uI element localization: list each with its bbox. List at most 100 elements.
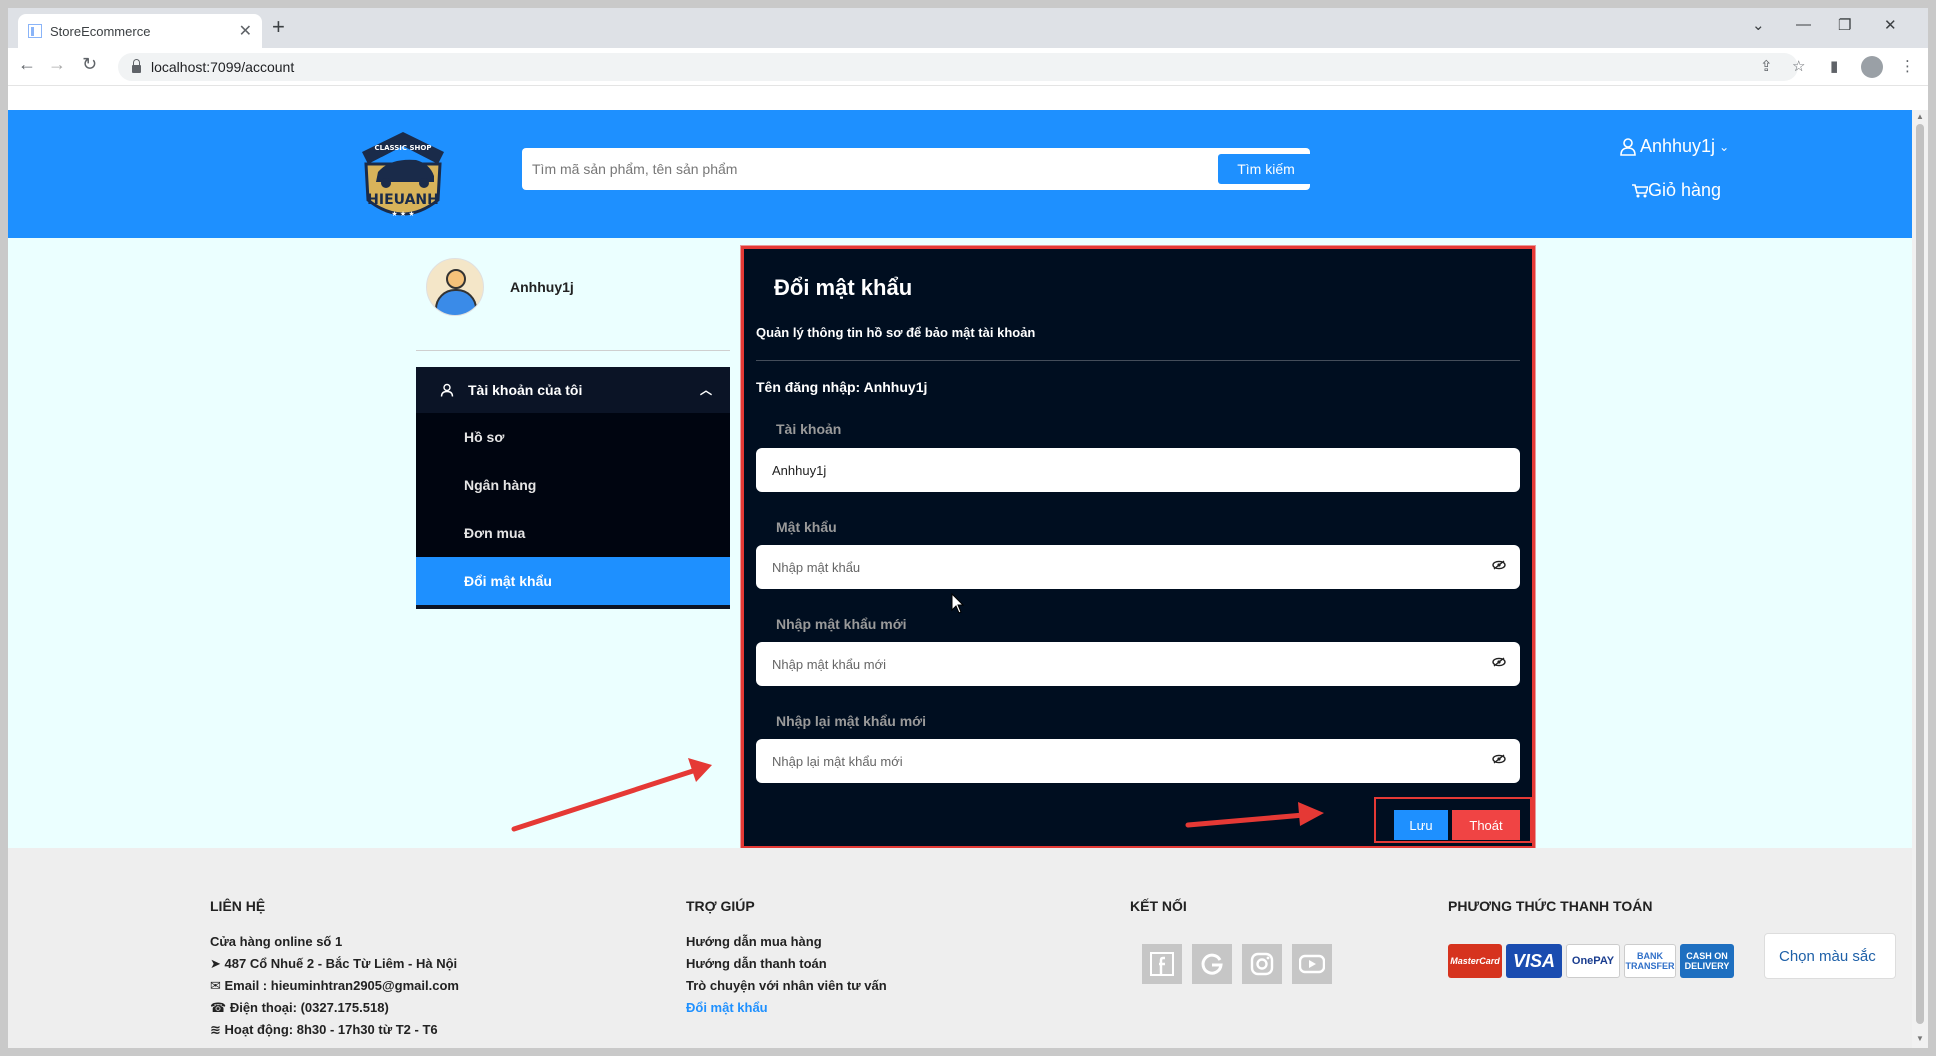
sidebar-section-label: Tài khoản của tôi (468, 382, 583, 398)
new-password-input[interactable] (772, 642, 1472, 686)
tab-close-icon[interactable]: ✕ (239, 21, 252, 41)
eye-slash-icon[interactable] (1492, 560, 1506, 570)
menu-dots-icon[interactable]: ⋮ (1900, 57, 1915, 75)
search-button[interactable]: Tìm kiếm (1218, 154, 1314, 184)
account-label: Tài khoản (776, 421, 842, 437)
sidebar-divider (416, 350, 730, 351)
cart-label: Giỏ hàng (1648, 180, 1722, 200)
url-field[interactable]: localhost:7099/account (118, 53, 1798, 81)
youtube-icon[interactable] (1292, 944, 1332, 984)
avatar (426, 258, 484, 316)
save-button[interactable]: Lưu (1394, 810, 1448, 840)
chevron-down-icon: ⌄ (1719, 139, 1730, 154)
scroll-up-icon[interactable]: ▲ (1916, 112, 1924, 121)
tab-bar: StoreEcommerce ✕ + ⌄ — ❐ ✕ (8, 8, 1928, 48)
cart-icon (1632, 183, 1648, 197)
scroll-down-icon[interactable]: ▼ (1916, 1034, 1924, 1043)
share-icon[interactable]: ⇪ (1760, 57, 1773, 75)
onepay-badge: OnePAY (1566, 944, 1620, 978)
footer-store-name: Cửa hàng online số 1 (210, 934, 343, 949)
page-title: Đổi mật khẩu (774, 275, 913, 300)
eye-slash-icon[interactable] (1492, 754, 1506, 764)
password-input[interactable] (772, 545, 1472, 589)
confirm-password-field (756, 739, 1520, 783)
side-panel-icon[interactable]: ▮ (1830, 57, 1838, 75)
tab-search-icon[interactable]: ⌄ (1752, 16, 1765, 34)
visa-badge: VISA (1506, 944, 1562, 978)
mastercard-badge: MasterCard (1448, 944, 1502, 978)
google-icon[interactable] (1192, 944, 1232, 984)
eye-slash-icon[interactable] (1492, 657, 1506, 667)
phone-icon: ☎ (210, 1000, 230, 1015)
exit-button[interactable]: Thoát (1452, 810, 1520, 840)
footer-phone: ☎ Điện thoại: (0327.175.518) (210, 1000, 389, 1015)
bookmark-star-icon[interactable]: ☆ (1792, 57, 1805, 75)
cart-link[interactable]: Giỏ hàng (1632, 180, 1721, 201)
new-tab-icon[interactable]: + (272, 14, 285, 40)
user-outline-icon (440, 383, 454, 397)
restore-icon[interactable]: ❐ (1838, 16, 1851, 34)
footer-help-heading: TRỢ GIÚP (686, 898, 755, 914)
url-text: localhost:7099/account (151, 59, 295, 75)
back-icon[interactable]: ← (18, 54, 36, 75)
location-arrow-icon: ➤ (210, 956, 225, 971)
form-actions: Lưu Thoát (1374, 797, 1532, 843)
scrollbar-thumb[interactable] (1916, 124, 1924, 1024)
reload-icon[interactable]: ↻ (82, 54, 97, 75)
password-label: Mật khẩu (776, 519, 837, 535)
window-close-icon[interactable]: ✕ (1884, 16, 1897, 34)
search-input[interactable] (528, 152, 1188, 186)
new-password-field (756, 642, 1520, 686)
choose-color-button[interactable]: Chọn màu sắc (1764, 933, 1896, 979)
help-link-change-password[interactable]: Đổi mật khẩu (686, 1000, 768, 1015)
username-label: Anhhuy1j (1640, 136, 1716, 156)
annotation-arrow-left (511, 767, 699, 832)
profile-name: Anhhuy1j (510, 279, 574, 295)
footer-address: ➤ 487 Cổ Nhuế 2 - Bắc Từ Liêm - Hà Nội (210, 956, 458, 971)
site-header: CLASSIC SHOP HIEUANH ★ ★ ★ Tìm kiếm Anhh… (8, 110, 1912, 238)
bank-transfer-badge: BANK TRANSFER (1624, 944, 1676, 978)
rss-icon: ≋ (210, 1022, 225, 1037)
password-field (756, 545, 1520, 589)
footer-payment-heading: PHƯƠNG THỨC THANH TOÁN (1448, 898, 1653, 914)
browser-window: StoreEcommerce ✕ + ⌄ — ❐ ✕ ← → ↻ localho… (8, 8, 1928, 1048)
tab-title: StoreEcommerce (50, 23, 151, 39)
svg-text:★ ★ ★: ★ ★ ★ (391, 210, 414, 218)
logo-top-text: CLASSIC SHOP (375, 144, 432, 152)
profile-summary: Anhhuy1j (426, 258, 574, 316)
user-icon (1620, 137, 1636, 156)
footer-connect-heading: KẾT NỐI (1130, 898, 1187, 914)
login-name-label: Tên đăng nhập: Anhhuy1j (756, 379, 928, 395)
confirm-password-input[interactable] (772, 739, 1472, 783)
minimize-icon[interactable]: — (1796, 16, 1811, 33)
sidebar-section-account[interactable]: Tài khoản của tôi ︿ (416, 367, 730, 413)
forward-icon[interactable]: → (48, 54, 66, 75)
user-menu[interactable]: Anhhuy1j ⌄ (1620, 136, 1729, 157)
account-input[interactable] (772, 448, 1472, 492)
help-link-buying[interactable]: Hướng dẫn mua hàng (686, 934, 822, 949)
page-scrollbar[interactable]: ▲ ▼ (1912, 110, 1928, 1048)
instagram-icon[interactable] (1242, 944, 1282, 984)
profile-avatar-icon[interactable] (1861, 56, 1883, 78)
cash-on-delivery-badge: CASH ON DELIVERY (1680, 944, 1734, 978)
account-field (756, 448, 1520, 492)
footer-contact-heading: LIÊN HỆ (210, 898, 266, 914)
shop-logo[interactable]: CLASSIC SHOP HIEUANH ★ ★ ★ (348, 124, 458, 228)
browser-tab[interactable]: StoreEcommerce ✕ (18, 14, 262, 48)
favicon-icon (28, 24, 42, 38)
sidebar-item-bank[interactable]: Ngân hàng (416, 461, 730, 509)
confirm-password-label: Nhập lại mật khẩu mới (776, 713, 926, 729)
facebook-icon[interactable] (1142, 944, 1182, 984)
sidebar-item-orders[interactable]: Đơn mua (416, 509, 730, 557)
chevron-up-icon: ︿ (699, 383, 712, 397)
sidebar-item-profile[interactable]: Hồ sơ (416, 413, 730, 461)
panel-divider (756, 360, 1520, 361)
sidebar-item-change-password[interactable]: Đổi mật khẩu (416, 557, 730, 605)
help-link-payment[interactable]: Hướng dẫn thanh toán (686, 956, 827, 971)
new-password-label: Nhập mật khẩu mới (776, 616, 907, 632)
footer-hours: ≋ Hoạt động: 8h30 - 17h30 từ T2 - T6 (210, 1022, 438, 1037)
help-link-chat[interactable]: Trò chuyện với nhân viên tư vấn (686, 978, 887, 993)
envelope-icon: ✉ (210, 978, 225, 993)
address-bar: ← → ↻ localhost:7099/account ⇪ ☆ ▮ ⋮ (8, 48, 1928, 86)
page-viewport: CLASSIC SHOP HIEUANH ★ ★ ★ Tìm kiếm Anhh… (8, 110, 1912, 1048)
